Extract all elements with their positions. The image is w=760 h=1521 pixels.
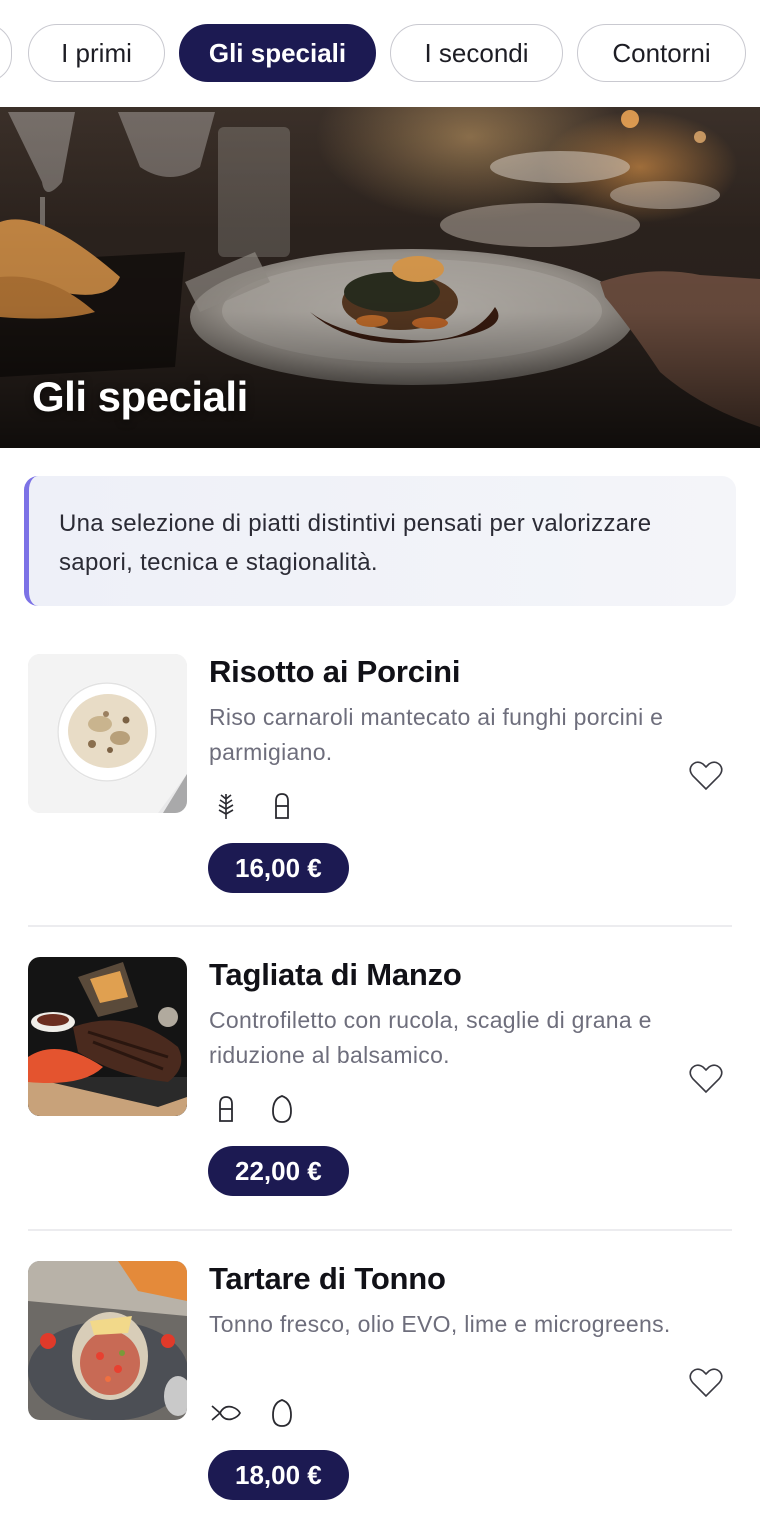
egg-icon: [265, 1396, 299, 1430]
tab-i-secondi[interactable]: I secondi: [390, 24, 563, 82]
dish-item[interactable]: Risotto ai Porcini Riso carnaroli mantec…: [0, 654, 760, 914]
tab-label: I primi: [61, 37, 132, 68]
favorite-heart-icon[interactable]: [687, 758, 725, 794]
wheat-icon: [209, 789, 243, 823]
favorite-heart-icon[interactable]: [687, 1365, 725, 1401]
dish-allergen-tags: [209, 1396, 299, 1430]
dish-description: Riso carnaroli mantecato ai funghi porci…: [209, 704, 664, 765]
egg-icon: [265, 1092, 299, 1126]
intro-card: Una selezione di piatti distintivi pensa…: [24, 476, 736, 606]
dish-image: [28, 1261, 187, 1420]
dish-name: Tagliata di Manzo: [209, 957, 462, 992]
dish-name: Risotto ai Porcini: [209, 654, 461, 689]
dish-image: [28, 654, 187, 813]
hero-banner: Gli speciali: [0, 107, 760, 448]
fish-icon: [209, 1396, 243, 1430]
dish-description: Tonno fresco, olio EVO, lime e microgree…: [209, 1311, 671, 1337]
tab-previous-partial[interactable]: [0, 24, 12, 82]
dish-description: Controfiletto con rucola, scaglie di gra…: [209, 1007, 652, 1068]
tab-contorni[interactable]: Contorni: [577, 24, 746, 82]
dish-image: [28, 957, 187, 1116]
tab-i-primi[interactable]: I primi: [28, 24, 165, 82]
dairy-icon: [209, 1092, 243, 1126]
dish-name: Tartare di Tonno: [209, 1261, 446, 1296]
tab-label: I secondi: [424, 37, 529, 68]
category-tabs: I primi Gli speciali I secondi Contorni: [0, 24, 760, 84]
price-badge: 22,00 €: [208, 1146, 349, 1196]
favorite-heart-icon[interactable]: [687, 1061, 725, 1097]
intro-text: Una selezione di piatti distintivi pensa…: [59, 510, 652, 576]
divider: [28, 925, 732, 927]
price-badge: 16,00 €: [208, 843, 349, 893]
tab-label: Gli speciali: [208, 37, 347, 68]
divider: [28, 1229, 732, 1231]
dish-item[interactable]: Tagliata di Manzo Controfiletto con ruco…: [0, 957, 760, 1217]
dish-allergen-tags: [209, 1092, 299, 1126]
hero-title: Gli speciali: [32, 373, 248, 420]
dairy-icon: [265, 789, 299, 823]
dish-allergen-tags: [209, 789, 299, 823]
dish-item[interactable]: Tartare di Tonno Tonno fresco, olio EVO,…: [0, 1261, 760, 1521]
price-badge: 18,00 €: [208, 1450, 349, 1500]
tab-gli-speciali[interactable]: Gli speciali: [179, 24, 376, 82]
tab-label: Contorni: [612, 37, 711, 68]
